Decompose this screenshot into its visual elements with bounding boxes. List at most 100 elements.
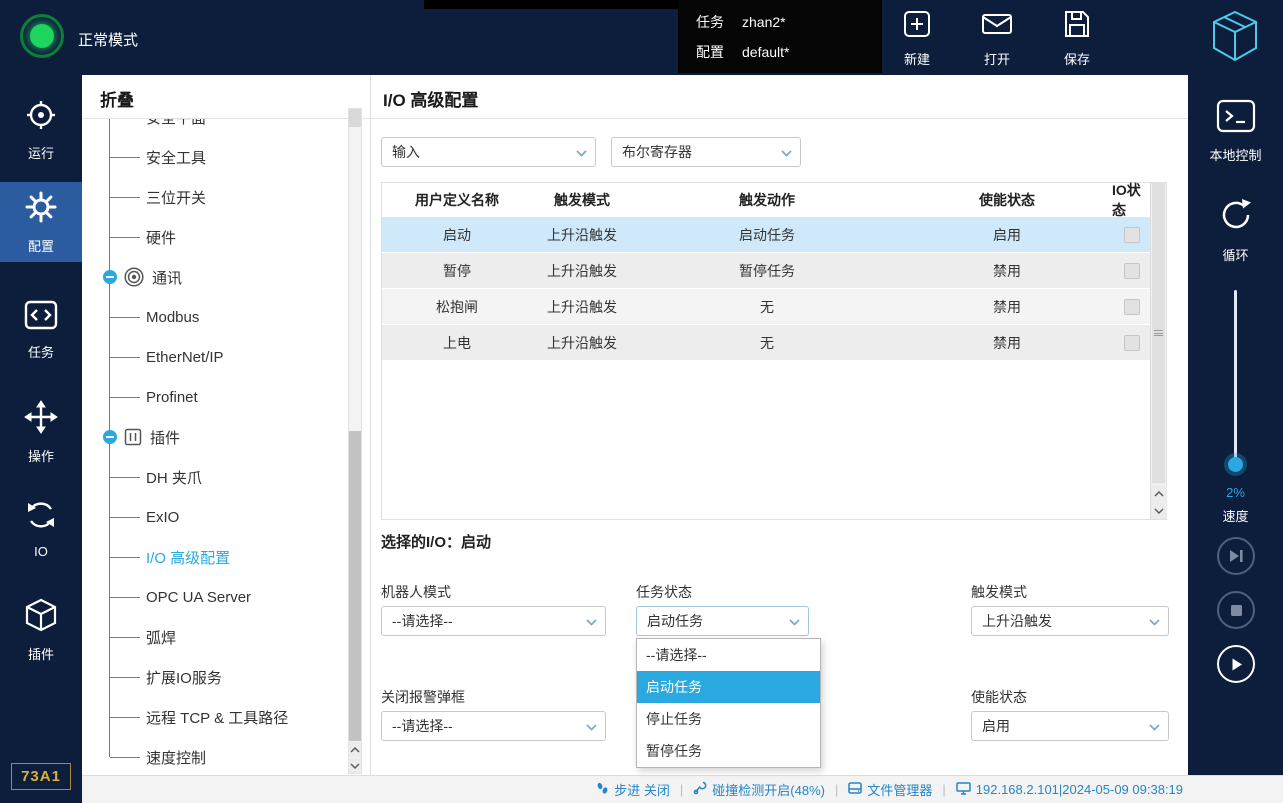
table-row-start[interactable]: 启动 上升沿触发 启动任务 启用 (382, 217, 1151, 252)
separator: | (680, 782, 683, 797)
scroll-down-icon[interactable] (1151, 503, 1167, 519)
trigger-mode-select[interactable]: 上升沿触发 (971, 606, 1169, 636)
menu-option-start-task[interactable]: 启动任务 (637, 671, 820, 703)
step-mode-status[interactable]: 步进 关闭 (596, 780, 670, 799)
stop-button[interactable] (1217, 591, 1255, 629)
task-icon (24, 300, 58, 335)
io-state-checkbox[interactable] (1124, 263, 1140, 279)
tree-item-hardware[interactable]: 硬件 (82, 217, 346, 257)
collision-detection-status[interactable]: 碰撞检测开启(48%) (693, 780, 825, 799)
new-icon (902, 9, 932, 44)
footsteps-icon (596, 782, 609, 798)
task-value[interactable]: zhan2* (742, 14, 786, 30)
loop-button[interactable]: 循环 (1188, 197, 1283, 264)
config-value[interactable]: default* (742, 44, 789, 60)
io-state-checkbox[interactable] (1124, 335, 1140, 351)
task-label: 任务 (696, 12, 728, 32)
task-state-menu: --请选择-- 启动任务 停止任务 暂停任务 (636, 638, 821, 768)
tree-item-safety-tool[interactable]: 安全工具 (82, 137, 346, 177)
collapse-minus-icon[interactable] (103, 270, 117, 284)
column-header: 触发模式 (532, 190, 632, 210)
mode-label: 正常模式 (78, 29, 138, 50)
tree-item-arc-welding[interactable]: 弧焊 (82, 617, 346, 657)
tree-item-exio[interactable]: ExIO (82, 497, 346, 537)
table-row-brake-release[interactable]: 松抱闸 上升沿触发 无 禁用 (382, 289, 1151, 324)
open-icon (981, 9, 1013, 44)
sidebar-item-plugin[interactable]: 插件 (0, 590, 82, 670)
tree-item-remote-tcp-tool-path[interactable]: 远程 TCP & 工具路径 (82, 697, 346, 737)
chevron-down-icon (1149, 724, 1160, 731)
io-icon (24, 498, 58, 537)
mode-indicator-icon (20, 14, 64, 58)
new-button[interactable]: 新建 (884, 9, 950, 68)
table-row-power-on[interactable]: 上电 上升沿触发 无 禁用 (382, 325, 1151, 360)
io-state-checkbox[interactable] (1124, 227, 1140, 243)
network-datetime-status[interactable]: 192.168.2.101|2024-05-09 09:38:19 (956, 782, 1183, 798)
network-icon (956, 782, 971, 798)
scroll-up-icon[interactable] (349, 742, 361, 757)
tree-item-modbus[interactable]: Modbus (82, 297, 346, 337)
separator: | (835, 782, 838, 797)
plugin-tree-icon (124, 428, 142, 446)
task-state-select[interactable]: 启动任务 (636, 606, 809, 636)
tree-scrollbar-top[interactable] (349, 109, 361, 127)
tree-item-three-position-switch[interactable]: 三位开关 (82, 177, 346, 217)
table-scrollbar-thumb[interactable] (1152, 183, 1165, 483)
menu-option-stop-task[interactable]: 停止任务 (637, 703, 820, 735)
tree-scrollbar-thumb[interactable] (349, 431, 361, 741)
enable-state-label: 使能状态 (971, 687, 1027, 707)
enable-state-select[interactable]: 启用 (971, 711, 1169, 741)
play-button[interactable] (1217, 645, 1255, 683)
table-scrollbar[interactable] (1150, 183, 1166, 519)
menu-option-pause-task[interactable]: 暂停任务 (637, 735, 820, 767)
tree-item-communication[interactable]: 通讯 (82, 257, 346, 297)
loop-icon (1218, 197, 1254, 238)
chevron-down-icon (781, 150, 792, 157)
sidebar-item-run[interactable]: 运行 (0, 90, 82, 170)
separator: | (942, 782, 945, 797)
robot-mode-select[interactable]: --请选择-- (381, 606, 606, 636)
tree-item-dh-gripper[interactable]: DH 夹爪 (82, 457, 346, 497)
chevron-down-icon (1149, 619, 1160, 626)
tree-list: 安全平面 安全工具 三位开关 硬件 通讯 Modbus EtherNet/IP … (82, 119, 346, 775)
tree-item-profinet[interactable]: Profinet (82, 377, 346, 417)
task-config-panel: 任务 zhan2* 配置 default* (678, 0, 882, 73)
tree-item-extended-io-service[interactable]: 扩展IO服务 (82, 657, 346, 697)
sidebar-item-io[interactable]: IO (0, 488, 82, 568)
task-state-label: 任务状态 (636, 582, 692, 602)
save-button[interactable]: 保存 (1044, 9, 1110, 68)
run-icon (25, 99, 57, 136)
tree-scrollbar[interactable] (348, 108, 362, 774)
open-button[interactable]: 打开 (964, 9, 1030, 68)
sidebar-item-config[interactable]: 配置 (0, 182, 82, 262)
sidebar-item-task[interactable]: 任务 (0, 290, 82, 370)
table-row-pause[interactable]: 暂停 上升沿触发 暂停任务 禁用 (382, 253, 1151, 288)
tree-item-io-advanced-config[interactable]: I/O 高级配置 (82, 537, 346, 577)
skip-to-end-button[interactable] (1217, 537, 1255, 575)
tree-item-speed-control[interactable]: 速度控制 (82, 737, 346, 775)
left-sidebar: 运行 配置 (0, 75, 82, 803)
io-state-checkbox[interactable] (1124, 299, 1140, 315)
selected-io-label: 选择的I/O：启动 (381, 531, 491, 552)
divider (371, 118, 1188, 119)
chevron-down-icon (576, 150, 587, 157)
status-bar: 步进 关闭 | 碰撞检测开启(48%) | 文件管理器 | 192.168.2.… (82, 775, 1283, 803)
scroll-up-icon[interactable] (1151, 486, 1167, 502)
tree-item-opc-ua-server[interactable]: OPC UA Server (82, 577, 346, 617)
tree-collapse-title[interactable]: 折叠 (100, 86, 134, 111)
tree-item-safety-plane[interactable]: 安全平面 (82, 119, 346, 137)
local-control-button[interactable]: 本地控制 (1188, 99, 1283, 164)
collapse-minus-icon[interactable] (103, 430, 117, 444)
close-alarm-select[interactable]: --请选择-- (381, 711, 606, 741)
io-type-select[interactable]: 输入 (381, 137, 596, 167)
tree-item-ethernet-ip[interactable]: EtherNet/IP (82, 337, 346, 377)
menu-option-placeholder[interactable]: --请选择-- (637, 639, 820, 671)
file-manager-button[interactable]: 文件管理器 (848, 780, 932, 799)
scroll-down-icon[interactable] (349, 758, 361, 773)
close-alarm-label: 关闭报警弹框 (381, 687, 465, 707)
sidebar-item-operate[interactable]: 操作 (0, 392, 82, 472)
speed-slider[interactable] (1234, 290, 1237, 465)
tree-item-plugin[interactable]: 插件 (82, 417, 346, 457)
register-type-select[interactable]: 布尔寄存器 (611, 137, 801, 167)
speed-slider-thumb[interactable] (1228, 457, 1243, 472)
